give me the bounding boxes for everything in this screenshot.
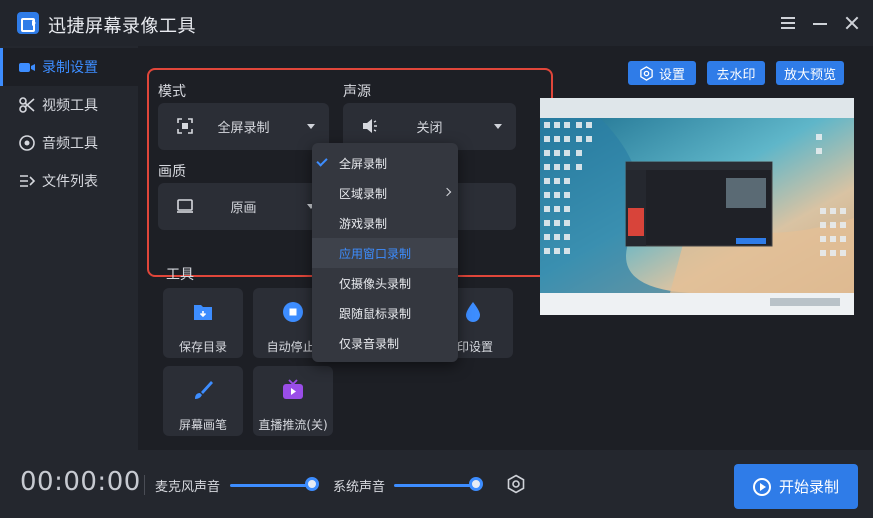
system-volume-handle[interactable] bbox=[469, 477, 483, 491]
start-recording-button[interactable]: 开始录制 bbox=[734, 464, 858, 509]
bottom-bar: 00:00:00 麦克风声音 系统声音 开始录制 bbox=[0, 450, 873, 518]
sidebar-item-record-settings[interactable]: 录制设置 bbox=[0, 48, 138, 86]
tool-label: 屏幕画笔 bbox=[178, 418, 227, 432]
mode-select[interactable]: 全屏录制 bbox=[158, 103, 329, 150]
source-label: 声源 bbox=[343, 84, 371, 100]
mode-label: 模式 bbox=[158, 84, 186, 100]
chevron-right-icon bbox=[442, 187, 452, 197]
brush-icon bbox=[191, 378, 215, 402]
mic-volume-handle[interactable] bbox=[305, 477, 319, 491]
gear-icon bbox=[639, 65, 654, 81]
chevron-down-icon bbox=[494, 124, 502, 129]
file-list-icon bbox=[18, 172, 36, 190]
dropdown-item-camera-only[interactable]: 仅摄像头录制 bbox=[312, 268, 458, 298]
mode-dropdown-menu: 全屏录制 区域录制 游戏录制 应用窗口录制 仅摄像头录制 跟随鼠标录制 仅录音录… bbox=[312, 143, 458, 362]
quality-select[interactable]: 原画 bbox=[158, 183, 329, 230]
chevron-down-icon bbox=[307, 124, 315, 129]
mic-volume-slider[interactable] bbox=[230, 484, 312, 487]
checkmark-icon bbox=[316, 155, 328, 167]
remove-watermark-button[interactable]: 去水印 bbox=[707, 61, 765, 85]
start-recording-label: 开始录制 bbox=[778, 478, 839, 496]
audio-tools-icon bbox=[18, 134, 36, 152]
divider bbox=[144, 475, 145, 495]
system-volume-label: 系统声音 bbox=[333, 480, 386, 495]
dropdown-item-label: 区域录制 bbox=[339, 186, 388, 201]
dropdown-item-label: 跟随鼠标录制 bbox=[339, 306, 412, 321]
sidebar-item-label: 文件列表 bbox=[42, 174, 98, 190]
mode-value: 全屏录制 bbox=[217, 121, 270, 136]
settings-button-label: 设置 bbox=[658, 67, 685, 83]
sidebar-item-file-list[interactable]: 文件列表 bbox=[0, 162, 138, 200]
quality-value: 原画 bbox=[230, 201, 257, 216]
tool-label: 保存目录 bbox=[178, 340, 227, 354]
sidebar-item-label: 视频工具 bbox=[42, 98, 98, 114]
sidebar-item-label: 录制设置 bbox=[42, 60, 98, 76]
dropdown-item-label: 游戏录制 bbox=[339, 216, 388, 231]
dropdown-item-region[interactable]: 区域录制 bbox=[312, 178, 458, 208]
watermark-icon bbox=[461, 300, 485, 324]
audio-settings-icon[interactable] bbox=[506, 474, 526, 494]
sidebar: 录制设置 视频工具 音频工具 文件列表 bbox=[0, 46, 138, 450]
minimize-icon[interactable] bbox=[811, 14, 829, 32]
live-stream-button[interactable]: 直播推流(关) bbox=[253, 366, 333, 436]
save-directory-button[interactable]: 保存目录 bbox=[163, 288, 243, 358]
title-bar: 迅捷屏幕录像工具 bbox=[0, 0, 873, 46]
quality-label: 画质 bbox=[158, 164, 186, 180]
menu-icon[interactable] bbox=[779, 14, 797, 32]
dropdown-item-app-window[interactable]: 应用窗口录制 bbox=[312, 238, 458, 268]
live-stream-icon bbox=[281, 378, 305, 402]
dropdown-item-label: 仅录音录制 bbox=[339, 336, 400, 351]
dropdown-item-game[interactable]: 游戏录制 bbox=[312, 208, 458, 238]
video-tools-icon bbox=[18, 96, 36, 114]
close-icon[interactable] bbox=[843, 14, 861, 32]
dropdown-item-follow-mouse[interactable]: 跟随鼠标录制 bbox=[312, 298, 458, 328]
tools-label: 工具 bbox=[166, 267, 194, 283]
dropdown-item-label: 仅摄像头录制 bbox=[339, 276, 412, 291]
screen-preview bbox=[540, 98, 854, 315]
dropdown-item-fullscreen[interactable]: 全屏录制 bbox=[312, 148, 458, 178]
zoom-preview-label: 放大预览 bbox=[783, 67, 836, 83]
system-volume-slider[interactable] bbox=[394, 484, 476, 487]
app-logo-icon bbox=[17, 12, 39, 34]
auto-stop-icon bbox=[281, 300, 305, 324]
folder-icon bbox=[191, 300, 215, 324]
remove-watermark-label: 去水印 bbox=[716, 67, 756, 83]
screen-brush-button[interactable]: 屏幕画笔 bbox=[163, 366, 243, 436]
play-icon bbox=[752, 477, 771, 496]
settings-button[interactable]: 设置 bbox=[628, 61, 696, 85]
mic-volume-label: 麦克风声音 bbox=[155, 480, 221, 495]
sidebar-item-label: 音频工具 bbox=[42, 136, 98, 152]
dropdown-item-label: 应用窗口录制 bbox=[339, 246, 412, 261]
dropdown-item-label: 全屏录制 bbox=[339, 156, 388, 171]
app-title: 迅捷屏幕录像工具 bbox=[48, 16, 196, 37]
sidebar-item-audio-tools[interactable]: 音频工具 bbox=[0, 124, 138, 162]
dropdown-item-audio-only[interactable]: 仅录音录制 bbox=[312, 328, 458, 358]
recording-timer: 00:00:00 bbox=[20, 467, 141, 497]
zoom-preview-button[interactable]: 放大预览 bbox=[776, 61, 844, 85]
sidebar-item-video-tools[interactable]: 视频工具 bbox=[0, 86, 138, 124]
source-value: 关闭 bbox=[416, 121, 443, 136]
record-icon bbox=[18, 58, 36, 76]
tool-label: 直播推流(关) bbox=[258, 418, 328, 432]
